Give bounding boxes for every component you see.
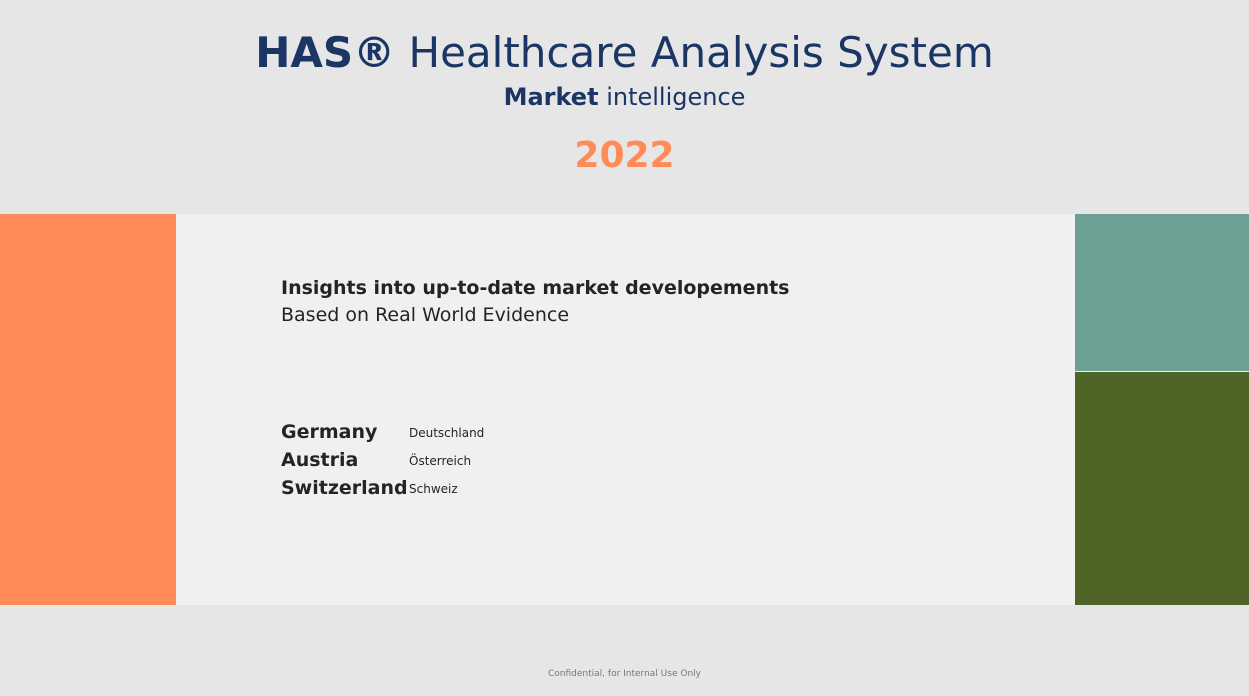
content-band: Insights into up-to-date market develope… [0, 214, 1249, 605]
confidential-footer: Confidential, for Internal Use Only [548, 669, 701, 679]
olive-accent-block [1075, 372, 1249, 605]
brand-name: HAS® [255, 28, 396, 77]
subtitle-bold: Market [503, 83, 599, 111]
subtitle-rest: intelligence [606, 83, 746, 111]
insight-title: Insights into up-to-date market develope… [281, 277, 790, 299]
report-year: 2022 [574, 135, 675, 176]
report-subtitle: Market intelligence [0, 80, 1249, 114]
orange-accent-block [0, 214, 176, 605]
report-header: HAS® Healthcare Analysis System Market i… [0, 0, 1249, 214]
system-name: Healthcare Analysis System [408, 28, 994, 77]
country-name: Switzerland [281, 477, 408, 499]
insight-subtitle: Based on Real World Evidence [281, 304, 570, 326]
country-name: Austria [281, 449, 359, 471]
teal-accent-block [1075, 214, 1249, 371]
country-local-name: Deutschland [409, 426, 485, 440]
country-name: Germany [281, 421, 378, 443]
country-local-name: Schweiz [409, 482, 458, 496]
report-title: HAS® Healthcare Analysis System [0, 26, 1249, 80]
country-local-name: Österreich [409, 454, 472, 468]
